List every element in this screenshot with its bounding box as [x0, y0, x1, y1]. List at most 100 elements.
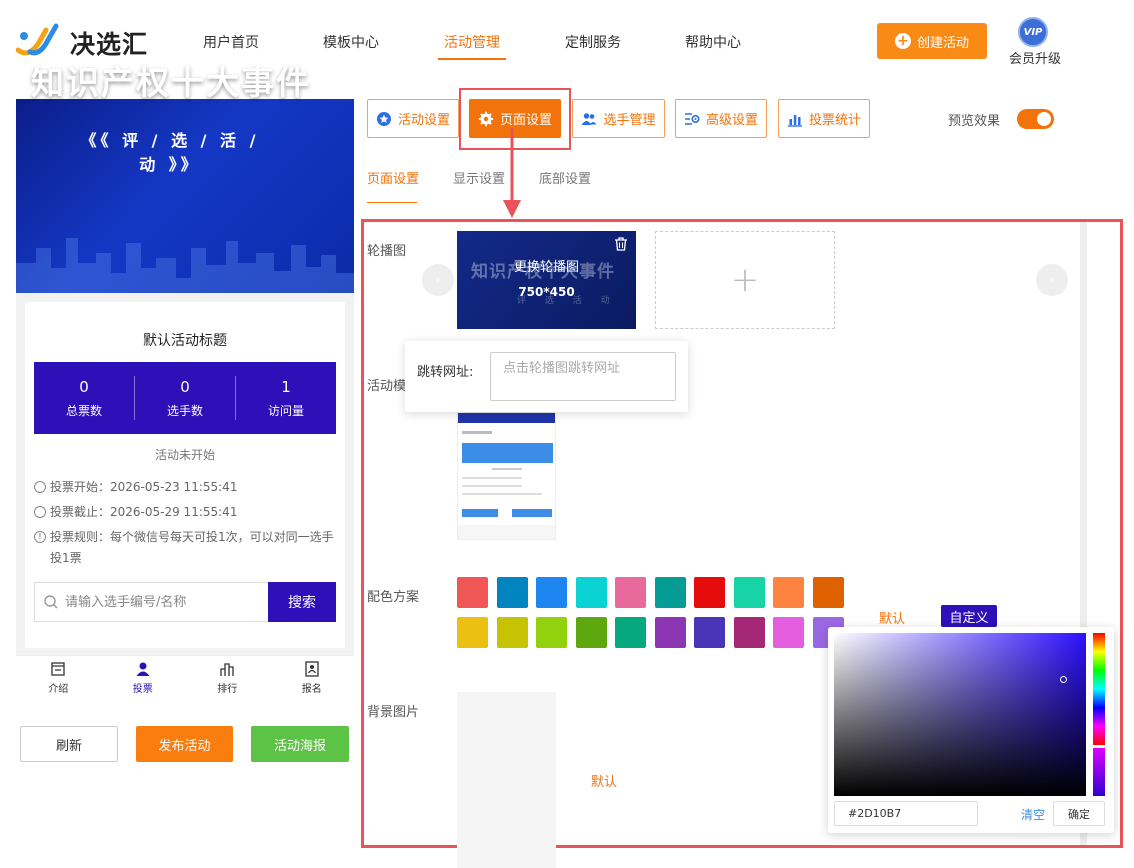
- color-swatch[interactable]: [773, 577, 804, 608]
- color-swatch[interactable]: [496, 577, 528, 608]
- template-preview-icon: [458, 413, 555, 539]
- bar-chart-icon: [787, 114, 802, 127]
- clock-icon: [34, 481, 46, 493]
- plus-icon: +: [730, 260, 760, 300]
- background-default-option[interactable]: 默认: [591, 771, 617, 790]
- button-label: 高级设置: [705, 113, 758, 128]
- vip-icon[interactable]: VIP: [1018, 17, 1048, 47]
- color-swatch[interactable]: [773, 617, 804, 648]
- contestant-manage-button[interactable]: 选手管理: [572, 99, 665, 138]
- color-swatch[interactable]: [575, 617, 607, 648]
- search-box: [34, 582, 268, 622]
- stat-label: 总票数: [65, 403, 102, 418]
- activity-poster-button[interactable]: 活动海报: [251, 726, 349, 762]
- nav-active-underline: [438, 58, 506, 60]
- vote-rule-text: 投票规则：每个微信号每天可投1次，可以对同一选手投1票: [50, 530, 334, 565]
- activity-title: 默认活动标题: [143, 333, 227, 349]
- hex-input[interactable]: [834, 801, 978, 826]
- advanced-settings-button[interactable]: 高级设置: [675, 99, 767, 138]
- stat-visits: 1 访问量: [236, 376, 336, 420]
- tab-signup[interactable]: 报名: [270, 656, 355, 699]
- preview-toggle[interactable]: [1017, 109, 1054, 129]
- carousel-next-button[interactable]: ›: [1036, 264, 1068, 296]
- sliders-gear-icon: [684, 112, 700, 125]
- carousel-prev-button[interactable]: ‹: [422, 264, 454, 296]
- background-image-slot[interactable]: [457, 692, 556, 868]
- color-swatch[interactable]: [496, 617, 528, 648]
- refresh-button[interactable]: 刷新: [20, 726, 118, 762]
- create-activity-button[interactable]: + 创建活动: [877, 23, 987, 59]
- color-swatch[interactable]: [536, 577, 567, 608]
- tab-intro[interactable]: 介绍: [16, 656, 101, 699]
- color-scheme-label: 配色方案: [367, 590, 420, 605]
- color-custom-button[interactable]: 自定义: [941, 605, 997, 627]
- intro-icon: [51, 661, 65, 676]
- nav-custom-service[interactable]: 定制服务: [565, 32, 621, 52]
- nav-help-center[interactable]: 帮助中心: [685, 32, 741, 52]
- alpha-slider[interactable]: [1093, 748, 1105, 796]
- vip-upgrade-link[interactable]: 会员升级: [1009, 48, 1061, 67]
- carousel-label: 轮播图: [367, 244, 407, 259]
- color-swatch[interactable]: [654, 617, 686, 648]
- preview-tabbar: 介绍 投票 排行 报名: [16, 655, 354, 699]
- tab-page-settings[interactable]: 页面设置: [367, 168, 419, 187]
- picker-clear-button[interactable]: 清空: [1021, 806, 1045, 823]
- add-carousel-button[interactable]: +: [655, 231, 835, 329]
- color-swatch[interactable]: [733, 617, 765, 648]
- activity-settings-button[interactable]: 活动设置: [367, 99, 459, 138]
- vote-stats-button[interactable]: 投票统计: [778, 99, 870, 138]
- tab-label: 报名: [301, 683, 322, 695]
- create-activity-label: 创建活动: [916, 35, 969, 51]
- tab-display-settings[interactable]: 显示设置: [453, 168, 505, 187]
- banner-title: 知识产权十大事件: [31, 63, 311, 102]
- tab-footer-settings[interactable]: 底部设置: [539, 168, 591, 187]
- color-swatch[interactable]: [536, 617, 567, 648]
- chevron-left-icon: ‹: [435, 272, 441, 288]
- search-input[interactable]: [65, 594, 255, 610]
- color-cursor[interactable]: [1060, 676, 1067, 683]
- color-swatch[interactable]: [615, 577, 646, 608]
- city-skyline-icon: [16, 238, 354, 293]
- color-swatch[interactable]: [733, 577, 765, 608]
- carousel-size-text: 750*450: [518, 285, 575, 299]
- color-swatch[interactable]: [694, 577, 725, 608]
- background-label: 背景图片: [367, 705, 420, 720]
- trash-icon[interactable]: [614, 237, 628, 251]
- plus-circle-icon: +: [894, 33, 911, 49]
- color-default-option[interactable]: 默认: [879, 608, 905, 627]
- saturation-value-area[interactable]: [834, 633, 1086, 796]
- nav-activity-manage[interactable]: 活动管理: [444, 32, 500, 52]
- picker-confirm-button[interactable]: 确定: [1053, 801, 1105, 826]
- stat-label: 选手数: [166, 403, 203, 418]
- template-thumbnail[interactable]: [457, 412, 556, 540]
- publish-activity-button[interactable]: 发布活动: [136, 726, 233, 762]
- search-button[interactable]: 搜索: [268, 582, 336, 622]
- template-label: 活动模: [367, 379, 407, 394]
- replace-carousel-link[interactable]: 更换轮播图: [457, 256, 636, 275]
- color-swatch[interactable]: [457, 577, 488, 608]
- subtab-underline: [367, 202, 417, 203]
- nav-template-center[interactable]: 模板中心: [323, 32, 379, 52]
- nav-user-home[interactable]: 用户首页: [203, 32, 259, 52]
- signup-icon: [305, 660, 319, 677]
- color-swatch[interactable]: [457, 617, 488, 648]
- tab-rank[interactable]: 排行: [185, 656, 270, 699]
- carousel-image[interactable]: 知识产权十大事件 评 选 活 动: [457, 231, 636, 329]
- link-url-input[interactable]: [490, 352, 676, 401]
- tab-label: 介绍: [48, 683, 69, 695]
- color-swatch[interactable]: [812, 577, 844, 608]
- color-swatch[interactable]: [575, 577, 607, 608]
- stat-value: 0: [180, 377, 190, 396]
- color-swatch[interactable]: [615, 617, 646, 648]
- link-label: 跳转网址:: [417, 365, 474, 380]
- color-swatch[interactable]: [654, 577, 686, 608]
- hue-slider[interactable]: [1093, 633, 1105, 745]
- rank-icon: [220, 662, 234, 676]
- user-icon: [136, 662, 150, 676]
- users-icon: [581, 112, 597, 125]
- stat-total-votes: 0 总票数: [34, 376, 135, 420]
- vote-start-text: 投票开始：2026-05-23 11:55:41: [50, 480, 238, 494]
- tab-vote[interactable]: 投票: [101, 656, 186, 699]
- logo-icon: [16, 23, 59, 56]
- color-swatch[interactable]: [694, 617, 725, 648]
